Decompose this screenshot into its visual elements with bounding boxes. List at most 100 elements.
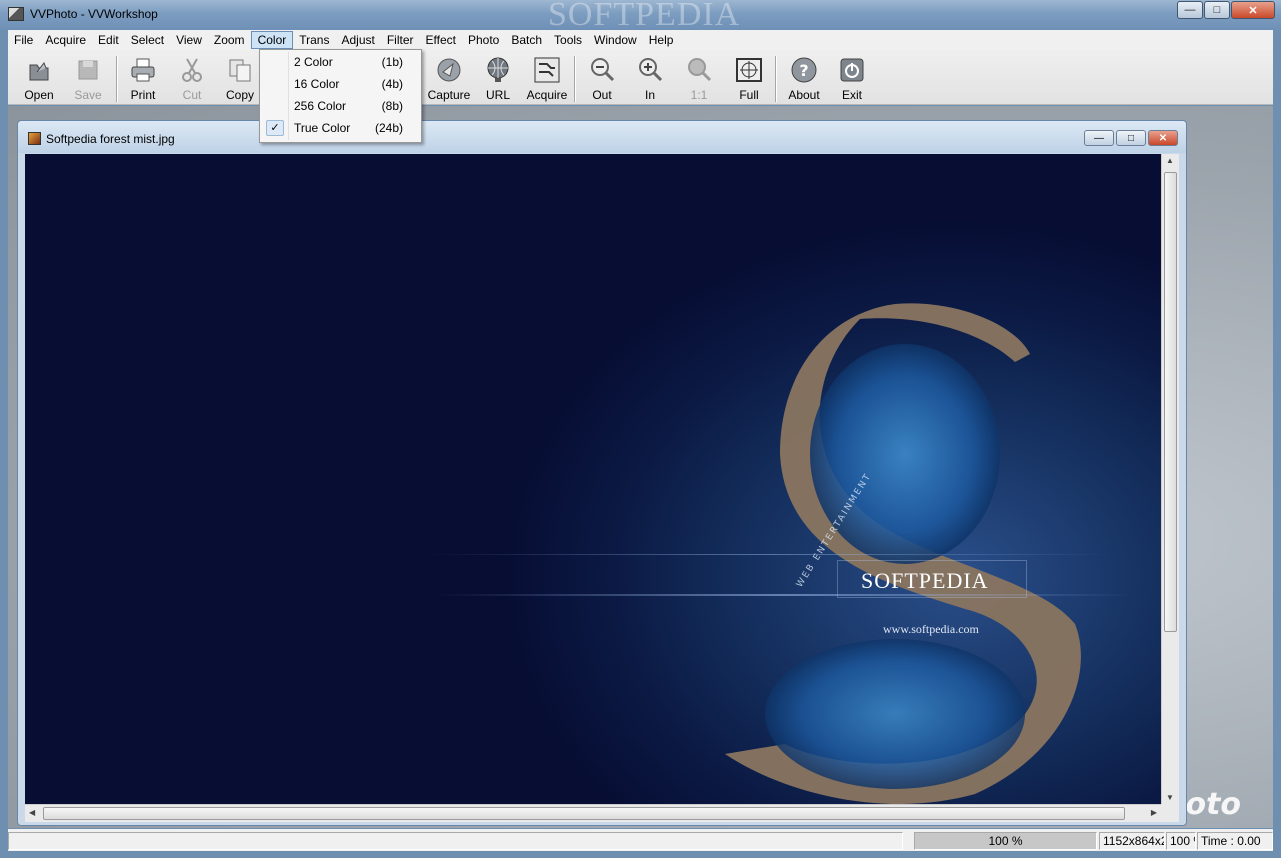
- menu-color[interactable]: Color: [250, 31, 294, 49]
- workspace-brand-text: oto: [1185, 787, 1241, 822]
- image-url-text: www.softpedia.com: [883, 622, 979, 636]
- scanner-icon: [534, 57, 560, 83]
- zoom-out-icon: [591, 58, 615, 82]
- about-label: About: [788, 88, 820, 102]
- menu-item-2-color[interactable]: 2 Color (1b): [262, 51, 419, 73]
- menu-zoom[interactable]: Zoom: [208, 31, 251, 49]
- save-button[interactable]: Save: [64, 54, 112, 104]
- vertical-scroll-thumb[interactable]: [1164, 172, 1177, 632]
- save-label: Save: [74, 88, 102, 102]
- svg-text:?: ?: [799, 61, 808, 80]
- maximize-button[interactable]: □: [1204, 1, 1230, 19]
- menu-file[interactable]: File: [8, 31, 39, 49]
- toolbar-separator: [775, 56, 777, 102]
- status-message: [8, 832, 903, 850]
- window-titlebar: SOFTPEDIA VVPhoto - VVWorkshop — □ ✕: [0, 0, 1281, 33]
- status-dimensions: 1152x864x24: [1099, 832, 1165, 850]
- image-decor-line: [425, 554, 1115, 555]
- document-close-button[interactable]: ✕: [1148, 130, 1178, 146]
- help-icon: ?: [791, 57, 817, 83]
- menu-view[interactable]: View: [170, 31, 208, 49]
- power-icon: [840, 58, 864, 82]
- cut-button[interactable]: Cut: [168, 54, 216, 104]
- full-button[interactable]: Full: [725, 54, 773, 104]
- exit-button[interactable]: Exit: [828, 54, 876, 104]
- menu-item-label: 16 Color: [294, 77, 340, 91]
- open-label: Open: [24, 88, 54, 102]
- app-icon[interactable]: [8, 7, 24, 21]
- about-button[interactable]: ? About: [780, 54, 828, 104]
- document-maximize-button[interactable]: □: [1116, 130, 1146, 146]
- title-watermark: SOFTPEDIA: [548, 0, 741, 33]
- zoom-actual-button[interactable]: 1:1: [675, 54, 723, 104]
- menu-batch[interactable]: Batch: [505, 31, 548, 49]
- url-button[interactable]: URL: [474, 54, 522, 104]
- menu-help[interactable]: Help: [643, 31, 680, 49]
- color-menu-dropdown: 2 Color (1b) 16 Color (4b) 256 Color (8b…: [259, 49, 422, 143]
- menu-edit[interactable]: Edit: [92, 31, 125, 49]
- menu-filter[interactable]: Filter: [381, 31, 420, 49]
- menu-acquire[interactable]: Acquire: [39, 31, 92, 49]
- vertical-scrollbar[interactable]: ▲ ▼: [1161, 154, 1179, 804]
- toolbar-separator: [116, 56, 118, 102]
- menu-adjust[interactable]: Adjust: [335, 31, 380, 49]
- zoom-out-button[interactable]: Out: [578, 54, 626, 104]
- fullscreen-icon: [736, 58, 762, 82]
- zoom-actual-icon: [688, 58, 712, 82]
- zoom-in-label: In: [644, 88, 655, 102]
- copy-button[interactable]: Copy: [216, 54, 264, 104]
- zoom-actual-label: 1:1: [690, 88, 708, 102]
- exit-label: Exit: [841, 88, 862, 102]
- image-file-icon: [28, 132, 41, 145]
- image-canvas[interactable]: SOFTPEDIA www.softpedia.com WEB ENTERTAI…: [25, 154, 1161, 804]
- menu-item-shortcut: (8b): [381, 99, 403, 113]
- menu-select[interactable]: Select: [125, 31, 170, 49]
- capture-icon: [437, 58, 461, 82]
- menu-item-label: True Color: [294, 121, 351, 135]
- capture-button[interactable]: Capture: [425, 54, 473, 104]
- open-button[interactable]: Open: [15, 54, 63, 104]
- open-icon: [29, 62, 49, 81]
- close-button[interactable]: ✕: [1231, 1, 1275, 19]
- menu-tools[interactable]: Tools: [548, 31, 588, 49]
- image-decor-line: [435, 594, 1135, 596]
- status-bar: 100 % 1152x864x24 100 % Time : 0.00: [8, 829, 1273, 851]
- horizontal-scrollbar[interactable]: ◀ ▶: [25, 804, 1161, 822]
- menu-bar: File Acquire Edit Select View Zoom Color…: [8, 30, 1273, 50]
- image-logo-text: SOFTPEDIA: [861, 568, 989, 593]
- menu-item-16-color[interactable]: 16 Color (4b): [262, 73, 419, 95]
- status-time: Time : 0.00: [1197, 832, 1273, 850]
- scroll-corner: [1161, 804, 1179, 822]
- menu-photo[interactable]: Photo: [462, 31, 505, 49]
- menu-effect[interactable]: Effect: [420, 31, 462, 49]
- minimize-button[interactable]: —: [1177, 1, 1203, 19]
- capture-label: Capture: [427, 88, 471, 102]
- document-title: Softpedia forest mist.jpg: [46, 132, 175, 146]
- horizontal-scroll-thumb[interactable]: [43, 807, 1125, 820]
- document-titlebar[interactable]: Softpedia forest mist.jpg — □ ✕: [18, 121, 1186, 153]
- menu-item-256-color[interactable]: 256 Color (8b): [262, 95, 419, 117]
- status-zoom-level: 100 %: [914, 832, 1097, 850]
- document-controls: — □ ✕: [1082, 130, 1178, 146]
- scroll-up-icon[interactable]: ▲: [1166, 156, 1174, 165]
- zoom-in-button[interactable]: In: [626, 54, 674, 104]
- status-zoom-short: 100 %: [1166, 832, 1196, 850]
- island-graphic: [725, 303, 1081, 804]
- menu-trans[interactable]: Trans: [293, 31, 335, 49]
- menu-item-true-color[interactable]: ✓ True Color (24b): [262, 117, 419, 139]
- acquire-label: Acquire: [526, 88, 568, 102]
- globe-icon: [487, 57, 509, 82]
- zoom-in-icon: [639, 58, 663, 82]
- scroll-left-icon[interactable]: ◀: [29, 808, 35, 817]
- document-minimize-button[interactable]: —: [1084, 130, 1114, 146]
- scroll-down-icon[interactable]: ▼: [1166, 793, 1174, 802]
- print-button[interactable]: Print: [119, 54, 167, 104]
- menu-item-label: 2 Color: [294, 55, 333, 69]
- toolbar: Open Save Print Cut Copy Capture URL Acq…: [8, 50, 1273, 105]
- acquire-button[interactable]: Acquire: [523, 54, 571, 104]
- cut-icon: [182, 58, 202, 82]
- cut-label: Cut: [182, 88, 202, 102]
- scroll-right-icon[interactable]: ▶: [1151, 808, 1157, 817]
- print-label: Print: [130, 88, 156, 102]
- menu-window[interactable]: Window: [588, 31, 643, 49]
